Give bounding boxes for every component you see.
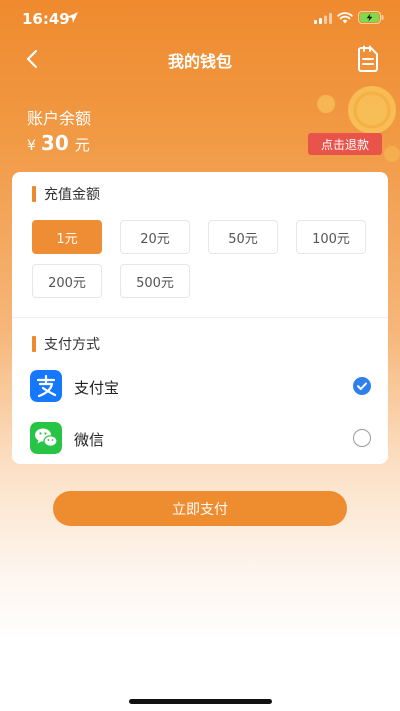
status-bar: 16:49 — [0, 0, 400, 40]
amount-option-20[interactable]: 20元 — [120, 220, 190, 254]
balance-value: ¥ 30 元 — [27, 131, 90, 155]
page-title: 我的钱包 — [167, 52, 232, 71]
balance-unit: 元 — [74, 136, 90, 154]
amount-option-500[interactable]: 500元 — [120, 264, 190, 298]
recharge-section-header: 充值金额 — [32, 184, 100, 204]
alipay-label: 支付宝 — [74, 379, 120, 397]
section-accent-bar — [32, 336, 36, 352]
currency-symbol: ¥ — [27, 138, 36, 154]
payment-option-wechat[interactable]: 微信 — [12, 416, 388, 460]
payment-title: 支付方式 — [44, 337, 100, 353]
pay-now-button[interactable]: 立即支付 — [53, 491, 347, 526]
amount-option-1[interactable]: 1元 — [32, 220, 102, 254]
balance-amount: 30 — [40, 131, 69, 155]
checkmark-icon[interactable] — [353, 377, 371, 395]
location-arrow-icon — [67, 12, 78, 23]
signal-icon — [314, 13, 332, 24]
payment-section-header: 支付方式 — [32, 334, 100, 354]
radio-unchecked-icon[interactable] — [353, 429, 371, 447]
battery-charging-icon — [358, 11, 384, 24]
recharge-card: 充值金额 1元 20元 50元 100元 200元 500元 支付方式 支付宝 — [12, 172, 388, 464]
payment-option-alipay[interactable]: 支付宝 — [12, 364, 388, 408]
coins-illustration — [315, 86, 400, 162]
balance-label: 账户余额 — [27, 109, 92, 128]
recharge-title: 充值金额 — [44, 187, 100, 203]
section-accent-bar — [32, 186, 36, 202]
home-indicator — [129, 699, 272, 704]
alipay-icon — [30, 370, 62, 402]
wechat-icon — [30, 422, 62, 454]
status-time: 16:49 — [22, 10, 70, 28]
refund-button[interactable]: 点击退款 — [308, 133, 382, 155]
amount-option-200[interactable]: 200元 — [32, 264, 102, 298]
amount-option-50[interactable]: 50元 — [208, 220, 278, 254]
wechat-label: 微信 — [74, 431, 105, 449]
document-icon[interactable] — [355, 45, 381, 73]
nav-bar: 我的钱包 — [0, 40, 400, 78]
divider — [12, 317, 388, 318]
amount-option-100[interactable]: 100元 — [296, 220, 366, 254]
wifi-icon — [337, 12, 353, 24]
